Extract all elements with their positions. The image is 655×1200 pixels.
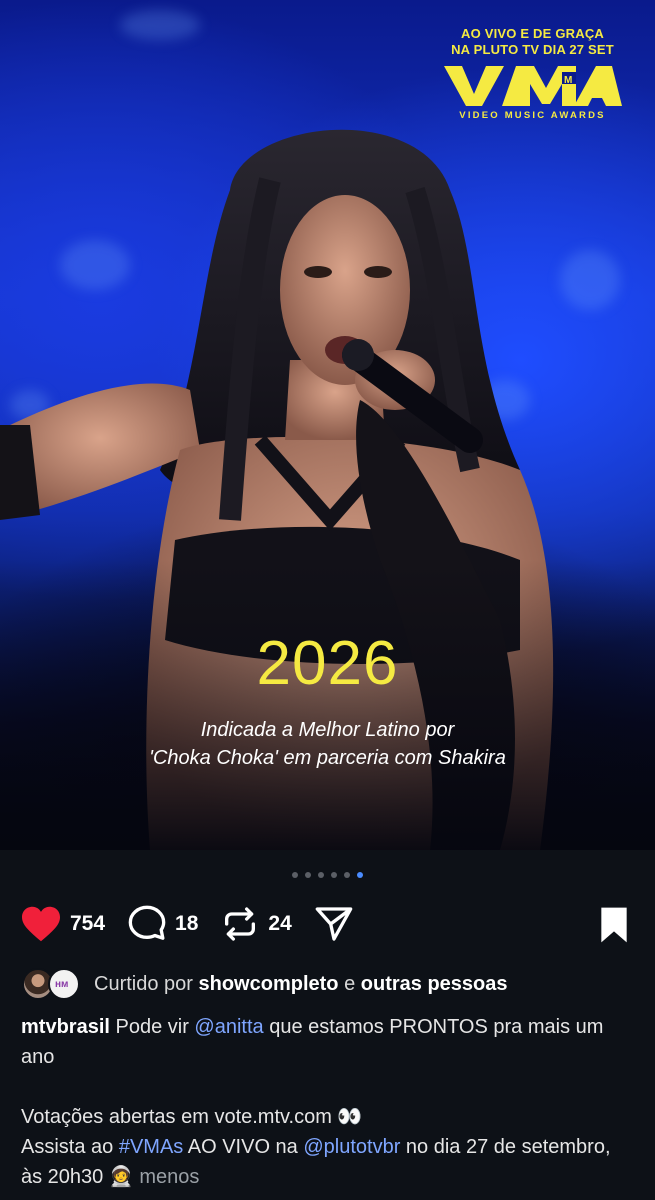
mention-link[interactable]: @plutotvbr xyxy=(303,1136,400,1158)
carousel-indicator[interactable] xyxy=(0,872,655,878)
heart-filled-icon xyxy=(22,906,60,942)
banner-line-2-suffix: DIA 27 SET xyxy=(539,42,614,57)
comment-bubble-icon xyxy=(128,905,166,940)
carousel-dot[interactable] xyxy=(344,872,350,878)
banner-line-1: AO VIVO E DE GRAÇA xyxy=(460,26,604,41)
slide-caption-line-1: Indicada a Melhor Latino por xyxy=(200,719,455,741)
other-likers-link[interactable]: outras pessoas xyxy=(361,973,508,995)
liked-by-and: e xyxy=(338,972,361,995)
mention-link[interactable]: @anitta xyxy=(194,1016,263,1038)
liked-by-prefix: Curtido por xyxy=(94,972,199,995)
vma-badge: AO VIVO E DE GRAÇA NA PLUTO TV DIA 27 SE… xyxy=(440,26,625,121)
comment-count: 18 xyxy=(175,912,199,935)
slide-year: 2026 xyxy=(256,629,399,698)
post-username[interactable]: mtvbrasil xyxy=(21,1016,110,1038)
comment-button[interactable]: 18 xyxy=(127,904,198,944)
caption-text: AO VIVO na xyxy=(183,1136,304,1158)
caption-paragraph-3: Assista ao #VMAs AO VIVO na @plutotvbr n… xyxy=(21,1132,637,1192)
banner-line-2-prefix: NA xyxy=(451,42,474,57)
repost-count: 24 xyxy=(268,912,292,935)
caption-text: Assista ao xyxy=(21,1136,119,1158)
carousel-dot-active[interactable] xyxy=(357,872,363,878)
vma-subtitle: VIDEO MUSIC AWARDS xyxy=(459,110,606,121)
vma-logo: M xyxy=(443,66,622,106)
like-count: 754 xyxy=(70,912,106,935)
caption-text: Pode vir xyxy=(109,1016,195,1038)
repost-arrows-icon xyxy=(225,907,256,941)
post-caption: mtvbrasil Pode vir @anitta que estamos P… xyxy=(21,1012,637,1192)
caption-paragraph-2: Votações abertas em vote.mtv.com 👀 xyxy=(21,1106,363,1128)
banner-brand: PLUTO TV xyxy=(473,42,540,57)
carousel-dot[interactable] xyxy=(292,872,298,878)
liker-username-link[interactable]: showcompleto xyxy=(199,973,339,995)
hashtag-link[interactable]: #VMAs xyxy=(119,1136,183,1158)
carousel-dot[interactable] xyxy=(331,872,337,878)
share-button[interactable] xyxy=(314,904,354,944)
carousel-dot[interactable] xyxy=(318,872,324,878)
liked-by-row[interactable]: ʜᴍ Curtido por showcompleto e outras pes… xyxy=(22,966,635,1002)
paper-plane-icon xyxy=(315,907,353,941)
bookmark-icon xyxy=(601,907,627,943)
slide-caption-line-2: 'Choka Choka' em parceria com Shakira xyxy=(149,747,506,769)
like-button[interactable]: 754 xyxy=(20,905,105,943)
avatar: ʜᴍ xyxy=(48,968,80,1000)
post-image[interactable]: AO VIVO E DE GRAÇA NA PLUTO TV DIA 27 SE… xyxy=(0,0,655,850)
show-less-link[interactable]: menos xyxy=(139,1166,199,1188)
banner-line-2: NA PLUTO TV DIA 27 SET xyxy=(440,42,625,58)
caption-paragraph-1: mtvbrasil Pode vir @anitta que estamos P… xyxy=(21,1012,637,1072)
action-bar: 754 18 24 xyxy=(20,900,635,948)
liked-by-text: Curtido por showcompleto e outras pessoa… xyxy=(94,973,508,996)
save-button[interactable] xyxy=(597,906,631,949)
carousel-dot[interactable] xyxy=(305,872,311,878)
svg-text:M: M xyxy=(564,75,572,86)
repost-button[interactable]: 24 xyxy=(220,904,292,944)
liker-avatars: ʜᴍ xyxy=(22,967,82,1001)
